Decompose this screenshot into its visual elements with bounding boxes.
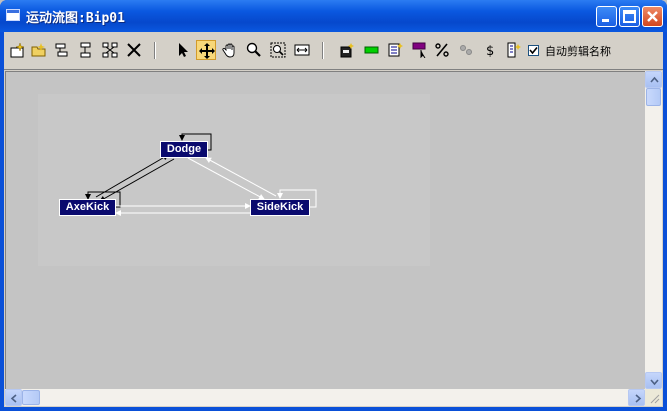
zoom-button[interactable] bbox=[244, 40, 264, 60]
pan-button[interactable] bbox=[220, 40, 240, 60]
insert-transition-button[interactable] bbox=[76, 40, 96, 60]
horizontal-scroll-thumb[interactable] bbox=[22, 390, 40, 405]
toolbar-separator bbox=[154, 42, 156, 59]
move-icon bbox=[199, 43, 215, 59]
horizontal-scrollbar[interactable] bbox=[5, 389, 645, 406]
clip-node-dodge[interactable]: Dodge bbox=[160, 141, 208, 158]
arrow-up-icon bbox=[650, 76, 659, 83]
maximize-icon bbox=[623, 10, 636, 23]
pan-hand-icon bbox=[222, 43, 235, 58]
insert-clip-button[interactable] bbox=[52, 40, 72, 60]
script-icon bbox=[507, 42, 521, 58]
clip-node-axekick[interactable]: AxeKick bbox=[59, 199, 116, 216]
open-file-icon bbox=[31, 43, 46, 57]
green-clip-icon bbox=[364, 46, 379, 54]
toolbar: $ 自动剪辑名称 bbox=[4, 32, 663, 70]
auto-clip-name-checkbox[interactable] bbox=[528, 45, 539, 56]
transition-button[interactable] bbox=[410, 40, 430, 60]
arrow-left-icon bbox=[10, 394, 17, 403]
scroll-left-button[interactable] bbox=[5, 389, 22, 406]
list-icon bbox=[388, 43, 403, 57]
create-clip-icon bbox=[10, 42, 25, 58]
open-button[interactable] bbox=[29, 40, 49, 60]
green-clip-button[interactable] bbox=[362, 40, 382, 60]
select-connected-button[interactable] bbox=[100, 40, 120, 60]
percent-icon bbox=[435, 43, 449, 57]
canvas-region bbox=[38, 94, 430, 266]
close-icon bbox=[647, 11, 658, 22]
select-arrow-icon bbox=[179, 43, 188, 57]
move-button[interactable] bbox=[196, 40, 216, 60]
clip-node-sidekick[interactable]: SideKick bbox=[250, 199, 310, 216]
percent-button[interactable] bbox=[432, 40, 452, 60]
close-button[interactable] bbox=[642, 6, 663, 27]
motion-flow-window: 运动流图:Bip01 $ 自动剪辑名称 Dodge AxeKick SideKi… bbox=[0, 0, 667, 411]
auto-clip-name-label: 自动剪辑名称 bbox=[545, 45, 611, 58]
dollar-button[interactable]: $ bbox=[480, 40, 500, 60]
svg-text:$: $ bbox=[486, 44, 494, 58]
script-button[interactable] bbox=[504, 40, 524, 60]
dollar-icon: $ bbox=[486, 44, 494, 58]
select-connected-icon bbox=[102, 42, 118, 58]
minimize-icon bbox=[602, 19, 609, 22]
checkmark-icon bbox=[529, 46, 538, 55]
window-title: 运动流图:Bip01 bbox=[26, 11, 125, 26]
delete-button[interactable] bbox=[124, 40, 144, 60]
toolbar-separator bbox=[322, 42, 324, 59]
resize-grip-icon bbox=[650, 394, 660, 404]
clip-properties-icon bbox=[340, 43, 354, 58]
scroll-down-button[interactable] bbox=[645, 372, 662, 389]
client-area: $ 自动剪辑名称 Dodge AxeKick SideKick bbox=[4, 32, 663, 407]
insert-clip-icon bbox=[55, 43, 68, 57]
vertical-scrollbar[interactable] bbox=[645, 71, 662, 389]
minimize-button[interactable] bbox=[596, 6, 617, 27]
zoom-extents-icon bbox=[294, 44, 310, 56]
zoom-region-icon bbox=[270, 42, 286, 58]
arrow-down-icon bbox=[650, 379, 659, 386]
create-clip-button[interactable] bbox=[8, 40, 28, 60]
maximize-button[interactable] bbox=[619, 6, 640, 27]
vertical-scroll-thumb[interactable] bbox=[646, 88, 661, 106]
delete-icon bbox=[127, 43, 141, 57]
title-bar[interactable]: 运动流图:Bip01 bbox=[0, 0, 667, 32]
motion-flow-canvas[interactable]: Dodge AxeKick SideKick bbox=[5, 71, 646, 390]
list-button[interactable] bbox=[386, 40, 406, 60]
zoom-extents-button[interactable] bbox=[292, 40, 312, 60]
zoom-icon bbox=[246, 42, 261, 57]
arrow-right-icon bbox=[635, 394, 642, 403]
transition-edges bbox=[38, 94, 430, 266]
insert-transition-icon bbox=[80, 42, 91, 58]
scroll-right-button[interactable] bbox=[628, 389, 645, 406]
window-icon bbox=[6, 9, 20, 21]
zoom-region-button[interactable] bbox=[268, 40, 288, 60]
resize-grip[interactable] bbox=[645, 389, 662, 406]
clip-properties-button[interactable] bbox=[338, 40, 358, 60]
scroll-up-button[interactable] bbox=[645, 71, 662, 88]
purple-transition-icon bbox=[412, 42, 426, 58]
select-button[interactable] bbox=[172, 40, 192, 60]
random-button[interactable] bbox=[456, 40, 476, 60]
random-icon bbox=[460, 45, 472, 55]
